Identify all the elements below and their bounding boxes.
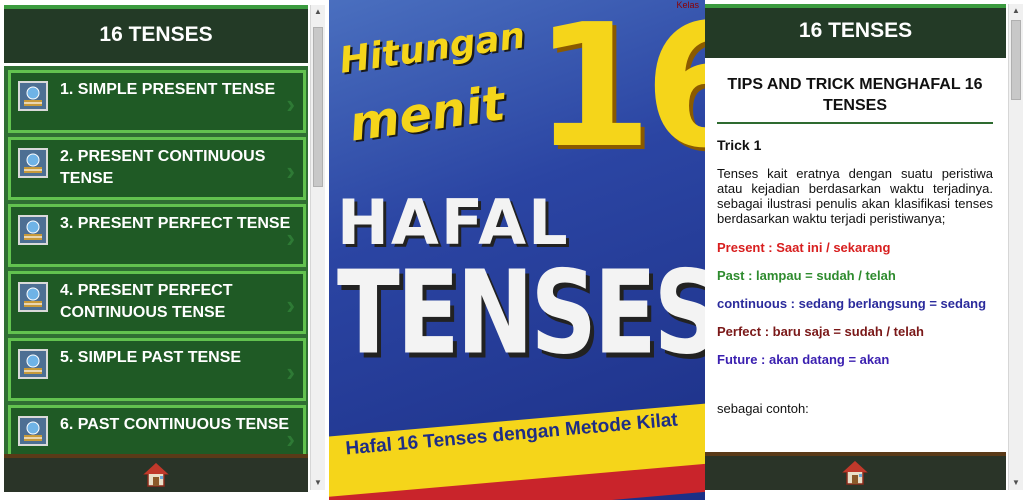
article-content: TIPS AND TRICK MENGHAFAL 16 TENSES Trick… bbox=[717, 74, 993, 450]
continuous-line: continuous : sedang berlangsung = sedang bbox=[717, 296, 987, 311]
list-item-present-continuous[interactable]: 2. PRESENT CONTINUOUS TENSE › bbox=[8, 137, 306, 200]
left-screen: 16 TENSES 1. SIMPLE PRESENT TENSE › 2. P… bbox=[0, 0, 328, 500]
trick-heading: Trick 1 bbox=[717, 137, 762, 153]
perfect-line: Perfect : baru saja = sudah / telah bbox=[717, 324, 924, 339]
cover-number: 16 bbox=[534, 0, 705, 186]
list-item-past-continuous[interactable]: 6. PAST CONTINUOUS TENSE › bbox=[8, 405, 306, 454]
chevron-right-icon: › bbox=[286, 290, 295, 320]
cover-line4: TENSES bbox=[337, 246, 705, 380]
list-item-simple-past[interactable]: 5. SIMPLE PAST TENSE › bbox=[8, 338, 306, 401]
scroll-up-icon[interactable]: ▲ bbox=[311, 5, 325, 19]
cover-line1: Hitungan bbox=[337, 15, 528, 82]
book-globe-icon bbox=[18, 416, 48, 446]
chevron-right-icon: › bbox=[286, 156, 295, 186]
home-icon[interactable] bbox=[842, 460, 868, 486]
scrollbar-thumb[interactable] bbox=[1011, 20, 1021, 100]
right-screen: 16 TENSES TIPS AND TRICK MENGHAFAL 16 TE… bbox=[705, 0, 1024, 500]
list-item-label: 6. PAST CONTINUOUS TENSE bbox=[60, 416, 290, 433]
list-item-label: 5. SIMPLE PAST TENSE bbox=[60, 349, 242, 366]
outro-paragraph: sebagai contoh: bbox=[717, 401, 809, 416]
page-title: 16 TENSES bbox=[705, 4, 1006, 58]
intro-paragraph: Tenses kait eratnya dengan suatu peristi… bbox=[717, 166, 993, 226]
footer-bar bbox=[4, 454, 308, 492]
article-title: TIPS AND TRICK MENGHAFAL 16 TENSES bbox=[717, 74, 993, 124]
list-item-present-perfect[interactable]: 3. PRESENT PERFECT TENSE › bbox=[8, 204, 306, 267]
book-globe-icon bbox=[18, 148, 48, 178]
tense-list: 1. SIMPLE PRESENT TENSE › 2. PRESENT CON… bbox=[4, 66, 308, 454]
list-item-label: 1. SIMPLE PRESENT TENSE bbox=[60, 81, 276, 98]
chevron-right-icon: › bbox=[286, 357, 295, 387]
book-globe-icon bbox=[18, 215, 48, 245]
cover-line2: menit bbox=[345, 75, 509, 153]
home-icon[interactable] bbox=[143, 462, 169, 488]
chevron-right-icon: › bbox=[286, 89, 295, 119]
list-item-label: 4. PRESENT PERFECT CONTINUOUS TENSE bbox=[60, 282, 233, 321]
list-item-label: 3. PRESENT PERFECT TENSE bbox=[60, 215, 291, 232]
future-line: Future : akan datang = akan bbox=[717, 352, 890, 367]
scrollbar[interactable]: ▲ ▼ bbox=[1008, 4, 1023, 490]
book-globe-icon bbox=[18, 349, 48, 379]
scrollbar[interactable]: ▲ ▼ bbox=[310, 5, 325, 490]
scroll-down-icon[interactable]: ▼ bbox=[311, 476, 325, 490]
chevron-right-icon: › bbox=[286, 223, 295, 253]
list-item-simple-present[interactable]: 1. SIMPLE PRESENT TENSE › bbox=[8, 70, 306, 133]
past-line: Past : lampau = sudah / telah bbox=[717, 268, 896, 283]
list-item-present-perfect-continuous[interactable]: 4. PRESENT PERFECT CONTINUOUS TENSE › bbox=[8, 271, 306, 334]
scrollbar-thumb[interactable] bbox=[313, 27, 323, 187]
chevron-right-icon: › bbox=[286, 424, 295, 454]
scroll-down-icon[interactable]: ▼ bbox=[1009, 476, 1023, 490]
list-item-label: 2. PRESENT CONTINUOUS TENSE bbox=[60, 148, 266, 187]
page-title: 16 TENSES bbox=[4, 5, 308, 63]
book-cover-image: Kelas 16 Hitungan menit HAFAL TENSES Haf… bbox=[329, 0, 705, 500]
present-line: Present : Saat ini / sekarang bbox=[717, 240, 891, 255]
scroll-up-icon[interactable]: ▲ bbox=[1009, 4, 1023, 18]
footer-bar bbox=[705, 452, 1006, 490]
book-globe-icon bbox=[18, 282, 48, 312]
book-globe-icon bbox=[18, 81, 48, 111]
